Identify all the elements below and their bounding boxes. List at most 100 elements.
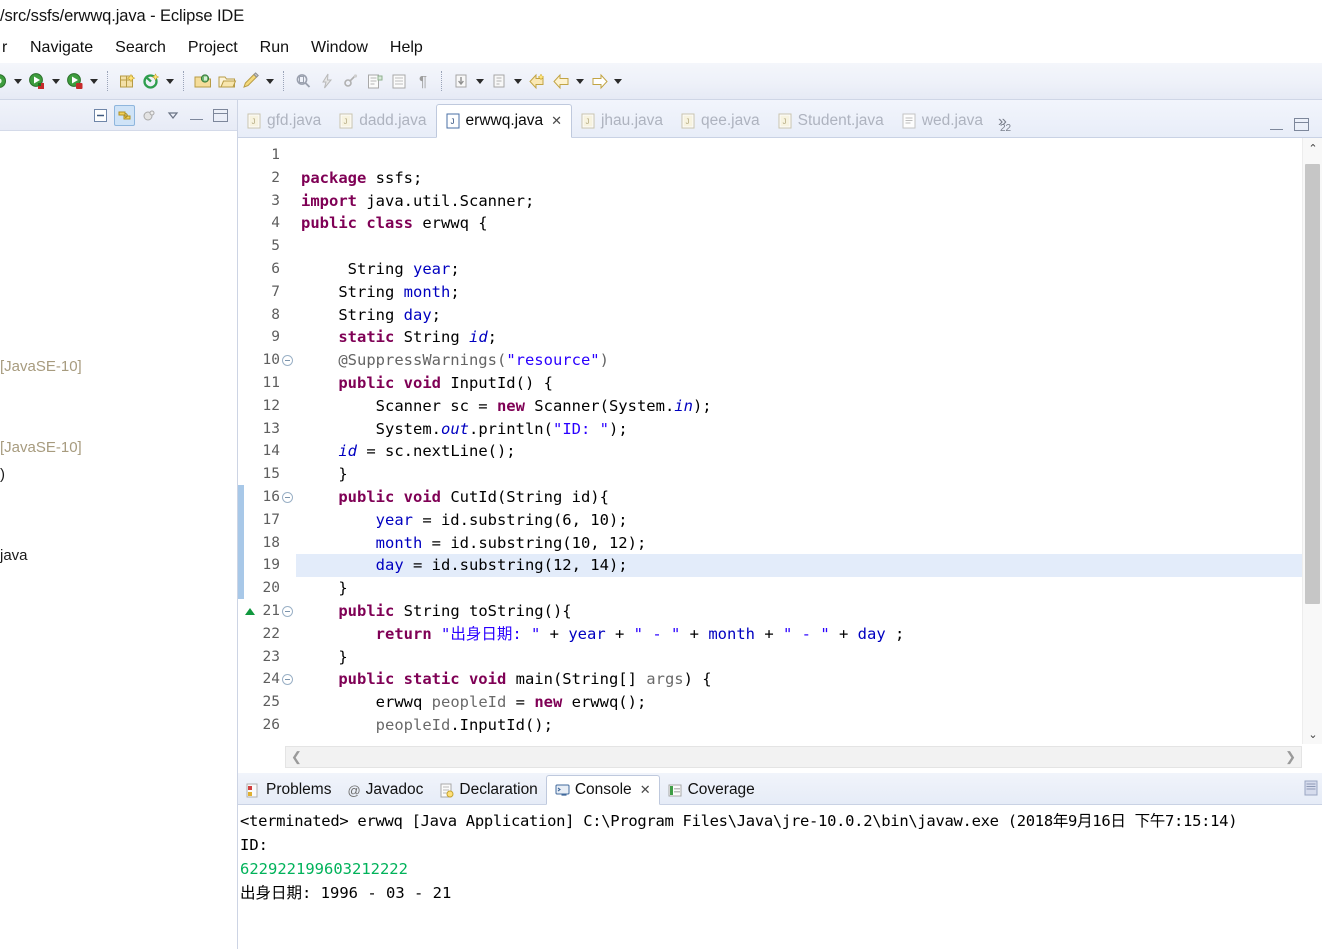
folding-ruler[interactable]: [282, 138, 296, 744]
next-edit-icon[interactable]: [487, 69, 511, 93]
view-menu-icon[interactable]: [162, 105, 183, 126]
external-tools-pencil-icon[interactable]: [239, 69, 263, 93]
pilcrow-icon[interactable]: ¶: [411, 69, 435, 93]
tree-item[interactable]: [0, 164, 237, 191]
editor-tab-erwwq[interactable]: J erwwq.java ✕: [435, 104, 572, 138]
menu-item-help[interactable]: Help: [388, 38, 425, 58]
menu-item-run[interactable]: Run: [258, 38, 291, 58]
new-dropdown-arrow-icon[interactable]: [163, 69, 177, 93]
maximize-icon[interactable]: [210, 105, 231, 126]
editor-vertical-scrollbar[interactable]: ⌃ ⌄: [1302, 138, 1322, 744]
editor-tab-label: gfd.java: [267, 112, 322, 129]
scroll-down-icon[interactable]: ⌄: [1303, 724, 1322, 744]
search-icon[interactable]: [291, 69, 315, 93]
collapse-all-icon[interactable]: [90, 105, 111, 126]
close-icon[interactable]: ✕: [640, 782, 651, 798]
tree-item-jre-system-library[interactable]: [JavaSE-10]: [0, 434, 237, 461]
tree-item[interactable]: [0, 380, 237, 407]
fold-collapse-toggle[interactable]: [282, 600, 296, 623]
debug-icon[interactable]: [0, 69, 11, 93]
back-icon[interactable]: [525, 69, 549, 93]
code-line: public static void main(String[] args) {: [338, 670, 712, 689]
back-dropdown-arrow-icon[interactable]: [573, 69, 587, 93]
fold-slot: [282, 281, 296, 304]
tree-item[interactable]: [0, 191, 237, 218]
new-java-class-icon[interactable]: [139, 69, 163, 93]
console-output[interactable]: <terminated> erwwq [Java Application] C:…: [238, 805, 1322, 949]
code-line: public class erwwq {: [301, 214, 488, 233]
previous-annotation-icon[interactable]: [387, 69, 411, 93]
java-file-icon: J: [339, 113, 353, 129]
tab-declaration[interactable]: Declaration: [431, 776, 545, 804]
scrollbar-thumb[interactable]: [1305, 164, 1320, 604]
menu-item-project[interactable]: Project: [186, 38, 240, 58]
fold-collapse-toggle[interactable]: [282, 486, 296, 509]
tree-item[interactable]: [0, 488, 237, 515]
minimize-icon[interactable]: [1270, 120, 1283, 130]
fold-slot: [282, 372, 296, 395]
fold-slot: [282, 235, 296, 258]
tree-item-jre-system-library[interactable]: [JavaSE-10]: [0, 353, 237, 380]
menu-item-clipped[interactable]: r: [0, 38, 10, 58]
menu-item-navigate[interactable]: Navigate: [28, 38, 95, 58]
forward-dropdown-arrow-icon[interactable]: [611, 69, 625, 93]
tree-item[interactable]: [0, 326, 237, 353]
link-icon[interactable]: [339, 69, 363, 93]
maximize-icon[interactable]: [1294, 118, 1309, 131]
last-edit-location-icon[interactable]: [449, 69, 473, 93]
external-tools-dropdown-arrow-icon[interactable]: [87, 69, 101, 93]
tree-item[interactable]: [0, 218, 237, 245]
editor-tab-gfd[interactable]: J gfd.java: [238, 105, 330, 137]
editor-tab-overflow-button[interactable]: » 22: [992, 105, 1013, 137]
editor-tab-dadd[interactable]: J dadd.java: [330, 105, 435, 137]
close-icon[interactable]: ✕: [551, 113, 562, 129]
tab-console[interactable]: Console ✕: [545, 775, 660, 805]
source-text[interactable]: package ssfs; import java.util.Scanner; …: [296, 138, 1322, 744]
editor-horizontal-scrollbar[interactable]: ❮ ❯: [285, 746, 1302, 768]
minimize-icon[interactable]: [186, 105, 207, 126]
editor-tab-jhau[interactable]: J jhau.java: [572, 105, 672, 137]
tree-item[interactable]: [0, 137, 237, 164]
run-dropdown-arrow-icon[interactable]: [49, 69, 63, 93]
editor-tab-wed[interactable]: wed.java: [893, 105, 992, 137]
scroll-right-icon[interactable]: ❯: [1285, 749, 1296, 765]
lightning-icon[interactable]: [315, 69, 339, 93]
menu-item-window[interactable]: Window: [309, 38, 370, 58]
new-package-icon[interactable]: [115, 69, 139, 93]
tree-item[interactable]: [0, 407, 237, 434]
fold-collapse-toggle[interactable]: [282, 349, 296, 372]
editor-tab-student[interactable]: J Student.java: [769, 105, 893, 137]
open-resource-icon[interactable]: [215, 69, 239, 93]
open-type-icon[interactable]: [191, 69, 215, 93]
code-editor[interactable]: 1 2 3 4 5 6 7 8 9 10 11 12 13 14 15 16 1…: [238, 138, 1322, 744]
tree-item-java-file[interactable]: java: [0, 542, 237, 569]
console-toolbar-icon[interactable]: [1304, 780, 1318, 800]
tree-item[interactable]: [0, 272, 237, 299]
menu-item-search[interactable]: Search: [113, 38, 168, 58]
debug-dropdown-arrow-icon[interactable]: [11, 69, 25, 93]
line-number: 20: [262, 580, 280, 597]
scroll-left-icon[interactable]: ❮: [291, 749, 302, 765]
tree-item[interactable]: ): [0, 461, 237, 488]
tree-item[interactable]: [0, 299, 237, 326]
link-with-editor-icon[interactable]: [114, 104, 135, 126]
focus-on-active-task-icon[interactable]: [138, 105, 159, 126]
fold-collapse-toggle[interactable]: [282, 668, 296, 691]
scroll-up-icon[interactable]: ⌃: [1303, 138, 1322, 158]
tab-javadoc[interactable]: @ Javadoc: [339, 776, 431, 804]
tree-item[interactable]: [0, 515, 237, 542]
run-external-tools-icon[interactable]: [63, 69, 87, 93]
forward-icon[interactable]: [587, 69, 611, 93]
editor-tab-qee[interactable]: J qee.java: [672, 105, 769, 137]
tree-item[interactable]: [0, 245, 237, 272]
next-annotation-icon[interactable]: [363, 69, 387, 93]
tab-coverage[interactable]: Coverage: [660, 776, 763, 804]
last-edit-dropdown-arrow-icon[interactable]: [473, 69, 487, 93]
forward-back-icon[interactable]: [549, 69, 573, 93]
line-number: 6: [271, 260, 280, 277]
run-icon[interactable]: [25, 69, 49, 93]
next-edit-dropdown-arrow-icon[interactable]: [511, 69, 525, 93]
tab-problems[interactable]: Problems: [238, 776, 339, 804]
open-dropdown-arrow-icon[interactable]: [263, 69, 277, 93]
